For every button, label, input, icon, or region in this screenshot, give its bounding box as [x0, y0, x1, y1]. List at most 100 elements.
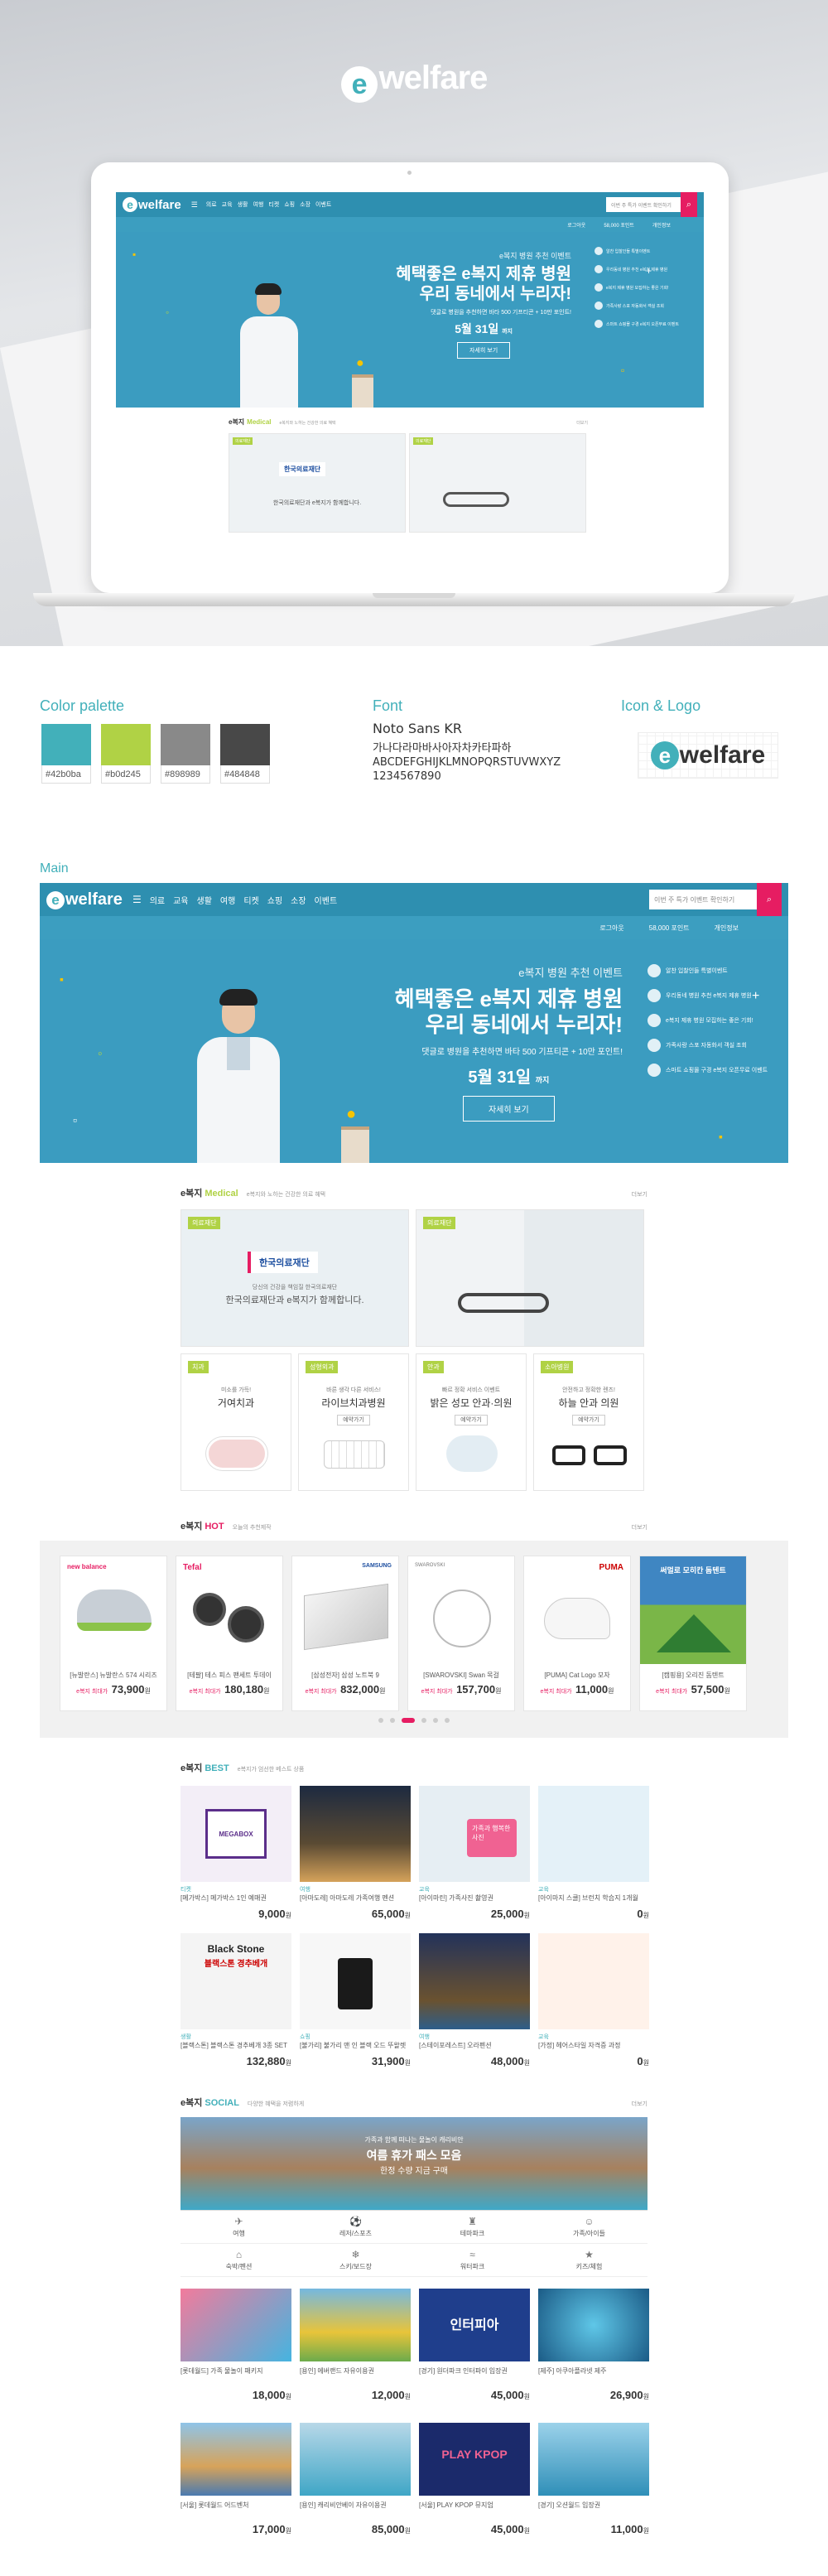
- category-item[interactable]: ♜ 테마파크: [414, 2211, 531, 2244]
- product-card[interactable]: SAMSUNG [삼성전자] 삼성 노트북 9 e복지 최대가 832,000원: [291, 1556, 399, 1711]
- product-card[interactable]: MEGABOX 티켓 [메가박스] 메가박스 1인 예매권 9,000원: [181, 1786, 291, 1925]
- category-item[interactable]: ❄ 스키/보드장: [297, 2244, 414, 2277]
- more-link[interactable]: 더보기: [632, 1190, 647, 1199]
- product-card[interactable]: 가족과 행복한 사진 교육 [아이마린] 가족사진 촬영권 25,000원: [419, 1786, 530, 1925]
- carousel-dot[interactable]: [390, 1718, 395, 1723]
- medical-section: e복지 Medical e복지와 노하는 건강한 의료 혜택 더보기 의료재단 한…: [40, 1163, 788, 1507]
- side-item[interactable]: 알찬 입찰인들 특별이벤트: [647, 964, 772, 977]
- nav-item[interactable]: 의료: [150, 894, 165, 906]
- product-card[interactable]: [서울] 롯데월드 어드벤처 17,000원: [181, 2423, 291, 2547]
- product-card[interactable]: PLAY KPOP [서울] PLAY KPOP 뮤지엄 45,000원: [419, 2423, 530, 2547]
- side-item[interactable]: 가족사랑 스포 자동화서 객실 조회: [647, 1039, 772, 1052]
- hamburger-icon[interactable]: ☰: [132, 894, 142, 905]
- carousel-dot[interactable]: [421, 1718, 426, 1723]
- product-card[interactable]: 여행 [아마도레] 아마도레 가족여행 펜션 65,000원: [300, 1786, 411, 1925]
- side-item[interactable]: 알찬 입찰인들 특별이벤트: [595, 247, 694, 255]
- product-card[interactable]: [롯데월드] 가족 물놀이 패키지 18,000원: [181, 2289, 291, 2413]
- side-item[interactable]: 우리동네 병원 추천 e복지 제휴 병원: [647, 989, 772, 1002]
- font-sample: Noto Sans KR 가나다라마바사아자차카타파하 ABCDEFGHIJKL…: [373, 721, 561, 784]
- product-card[interactable]: Black Stone 블랙스톤 경추베개 생활 [블랙스톤] 블랙스톤 경추베…: [181, 1933, 291, 2072]
- hospital-card[interactable]: 의료재단 한국의료재단 당신의 건강을 책임질 한국의료재단 한국의료재단과 e…: [181, 1209, 409, 1347]
- points-link[interactable]: 58,000 포인트: [649, 924, 690, 933]
- hospital-card-small[interactable]: 성형외과 바른 생각 다른 서비스! 라이브치과병원 예약가기: [298, 1353, 409, 1491]
- product-card[interactable]: 교육 [아이마지 스쿨] 브런치 학습지 1개월 0원: [538, 1786, 649, 1925]
- nav-item[interactable]: 생활: [197, 894, 212, 906]
- nav-item[interactable]: 의료: [206, 200, 217, 209]
- product-card[interactable]: [경기] 오션월드 입장권 11,000원: [538, 2423, 649, 2547]
- category-item[interactable]: ★ 키즈/체험: [531, 2244, 647, 2277]
- search-icon[interactable]: ⌕: [757, 883, 782, 916]
- carousel-dot[interactable]: [433, 1718, 438, 1723]
- profile-link[interactable]: 개인정보: [715, 924, 739, 933]
- hospital-card[interactable]: 의료재단 한국의료재단 한국의료재단과 e복지가 함께합니다.: [229, 433, 406, 533]
- product-card[interactable]: Tefal [테팔] 테스 피스 팬세트 투데이 e복지 최대가 180,180…: [176, 1556, 283, 1711]
- search-icon[interactable]: ⌕: [681, 192, 697, 217]
- nav-item[interactable]: 교육: [222, 200, 233, 209]
- reserve-button[interactable]: 예약가기: [572, 1415, 605, 1425]
- product-card[interactable]: 여행 [스테이포레스트] 오라펜션 48,000원: [419, 1933, 530, 2072]
- profile-link[interactable]: 개인정보: [652, 221, 671, 229]
- category-item[interactable]: ⚽ 레저/스포츠: [297, 2211, 414, 2244]
- product-card[interactable]: new balance [뉴발란스] 뉴발란스 574 시리즈 e복지 최대가 …: [60, 1556, 167, 1711]
- nav-item[interactable]: 여행: [220, 894, 235, 906]
- product-card[interactable]: PUMA [PUMA] Cat Logo 모자 e복지 최대가 11,000원: [523, 1556, 631, 1711]
- carousel-dot[interactable]: [378, 1718, 383, 1723]
- nav-item[interactable]: 소장: [300, 200, 310, 209]
- site-logo[interactable]: e welfare: [123, 197, 181, 212]
- category-item[interactable]: ⌂ 숙박/펜션: [181, 2244, 297, 2277]
- category-item[interactable]: ✈ 여행: [181, 2211, 297, 2244]
- product-card[interactable]: 인터피아 [경기] 원더파크 인터파이 입장권 45,000원: [419, 2289, 530, 2413]
- category-item[interactable]: ☺ 가족/아이들: [531, 2211, 647, 2244]
- hospital-card-small[interactable]: 안과 빠르 정확 서비스 이벤트 밝은 성모 안과·의원 예약가기: [416, 1353, 527, 1491]
- category-item[interactable]: ≈ 워터파크: [414, 2244, 531, 2277]
- product-card[interactable]: [용인] 에버랜드 자유이용권 12,000원: [300, 2289, 411, 2413]
- carousel-dot[interactable]: [445, 1718, 450, 1723]
- carousel-dot-active[interactable]: [402, 1718, 415, 1723]
- product-card[interactable]: 교육 [가정] 헤어스타일 자격증 과정 0원: [538, 1933, 649, 2072]
- study-image: [538, 1786, 649, 1882]
- hospital-card[interactable]: 의료재단: [416, 1209, 644, 1347]
- nav-item[interactable]: 생활: [238, 200, 248, 209]
- hospital-card[interactable]: 의료재단: [409, 433, 586, 533]
- side-item[interactable]: 스마트 쇼핑몰 구경 e복지 오픈무료 이벤트: [647, 1064, 772, 1077]
- resort-image: [300, 1786, 411, 1882]
- logout-link[interactable]: 로그아웃: [567, 221, 585, 229]
- more-link[interactable]: 더보기: [576, 420, 588, 426]
- nav-item[interactable]: 이벤트: [315, 200, 331, 209]
- hospital-card-small[interactable]: 소아병원 안전하고 정확한 렌즈! 하늘 안과 의원 예약가기: [533, 1353, 644, 1491]
- logout-link[interactable]: 로그아웃: [599, 924, 623, 933]
- event-title-2: 우리 동네에서 누리자!: [425, 1012, 623, 1038]
- product-card[interactable]: 쇼핑 [불가리] 불가리 맨 인 블랙 오드 뚜왈렛 31,900원: [300, 1933, 411, 2072]
- side-item[interactable]: 스마트 쇼핑몰 구경 e복지 오픈무료 이벤트: [595, 320, 694, 328]
- side-item[interactable]: e복지 제휴 병원 모집하는 좋은 기회!: [595, 283, 694, 292]
- search-input[interactable]: 이번 주 특가 이벤트 확인하기: [606, 197, 681, 212]
- side-item[interactable]: 가족사랑 스포 자동화서 객실 조회: [595, 301, 694, 310]
- nav-item[interactable]: 이벤트: [315, 894, 338, 906]
- nav-item[interactable]: 쇼핑: [267, 894, 282, 906]
- nav-item[interactable]: 교육: [173, 894, 188, 906]
- detail-button[interactable]: 자세히 보기: [462, 1096, 555, 1122]
- nav-item[interactable]: 여행: [253, 200, 263, 209]
- detail-button[interactable]: 자세히 보기: [457, 342, 511, 359]
- product-card[interactable]: SWAROVSKI [SWAROVSKI] Swan 목걸 e복지 최대가 15…: [407, 1556, 515, 1711]
- social-banner[interactable]: 가족과 함께 떠나는 물놀이 캐리비안 여름 휴가 패스 모음 한정 수량 지금…: [181, 2117, 647, 2210]
- side-item[interactable]: e복지 제휴 병원 모집하는 좋은 기회!: [647, 1014, 772, 1027]
- more-link[interactable]: 더보기: [632, 1523, 647, 1532]
- themepark-image: [181, 2289, 291, 2361]
- reserve-button[interactable]: 예약가기: [455, 1415, 488, 1425]
- nav-item[interactable]: 쇼핑: [284, 200, 295, 209]
- nav-item[interactable]: 소장: [291, 894, 306, 906]
- hamburger-icon[interactable]: ☰: [191, 200, 198, 210]
- points-link[interactable]: 58,000 포인트: [604, 221, 634, 229]
- side-item[interactable]: 우리동네 병원 추천 e복지 제휴 병원: [595, 265, 694, 273]
- nav-item[interactable]: 티켓: [243, 894, 258, 906]
- nav-item[interactable]: 티켓: [268, 200, 279, 209]
- reserve-button[interactable]: 예약가기: [337, 1415, 370, 1425]
- more-link[interactable]: 더보기: [632, 2100, 647, 2108]
- site-logo[interactable]: e welfare: [46, 890, 123, 909]
- search-input[interactable]: 이번 주 특가 이벤트 확인하기: [649, 890, 757, 909]
- product-card[interactable]: 써멀로 모히칸 돔텐트 [캠핑용] 오리진 돔텐트 e복지 최대가 57,500…: [639, 1556, 747, 1711]
- hospital-card-small[interactable]: 치과 미소를 가득! 거여치과: [181, 1353, 291, 1491]
- product-card[interactable]: [제주] 아쿠아플라넷 제주 26,900원: [538, 2289, 649, 2413]
- product-card[interactable]: [용인] 캐리비안베이 자유이용권 85,000원: [300, 2423, 411, 2547]
